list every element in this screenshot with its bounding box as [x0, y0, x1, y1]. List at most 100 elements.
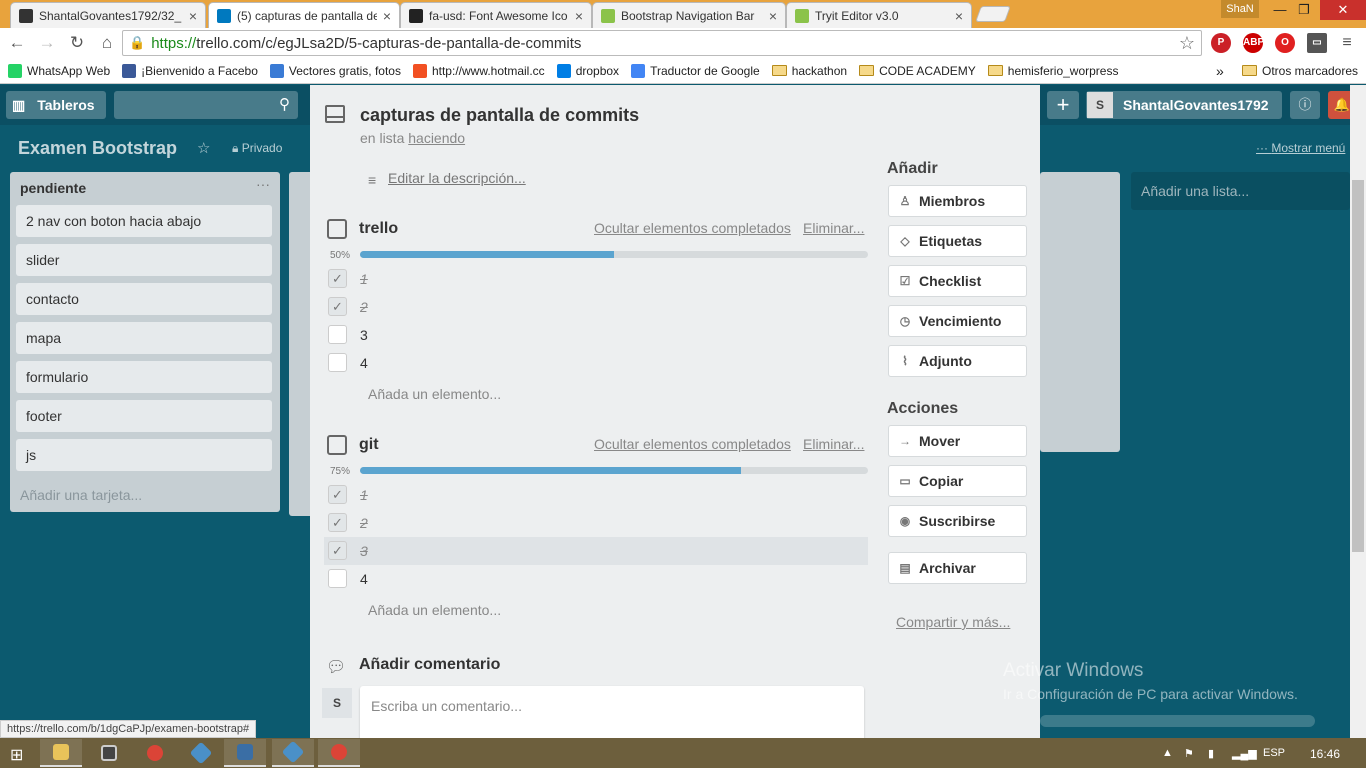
list-link[interactable]: haciendo	[408, 130, 465, 146]
card-title[interactable]: capturas de pantalla de commits	[360, 105, 639, 126]
close-window-button[interactable]: ✕	[1320, 0, 1366, 20]
file-explorer-icon[interactable]	[40, 739, 82, 767]
checked-checkbox[interactable]: ✓	[328, 485, 347, 504]
adblock-icon[interactable]: ABP	[1243, 33, 1264, 53]
add-item-link[interactable]: Añada un elemento...	[368, 386, 501, 402]
bookmark-item[interactable]: dropbox	[556, 63, 619, 78]
mover-button[interactable]: → Mover	[888, 425, 1027, 457]
list-card[interactable]: mapa	[16, 322, 272, 354]
list-card[interactable]: slider	[16, 244, 272, 276]
checklist-item-text[interactable]: 1	[360, 487, 368, 503]
adjunto-button[interactable]: ⌇ Adjunto	[888, 345, 1027, 377]
user-menu[interactable]: S ShantalGovantes1792	[1086, 91, 1282, 119]
maximize-button[interactable]: ❐	[1288, 0, 1320, 20]
bookmark-item[interactable]: WhatsApp Web	[8, 63, 110, 78]
window-icon[interactable]	[224, 739, 266, 767]
checked-checkbox[interactable]: ✓	[328, 541, 347, 560]
checklist-item[interactable]: 3	[324, 321, 868, 349]
hide-completed-link[interactable]: Ocultar elementos completados	[594, 220, 791, 236]
list-card[interactable]: footer	[16, 400, 272, 432]
checklist-item-text[interactable]: 4	[360, 571, 368, 587]
checklist-item[interactable]: ✓ 1	[324, 265, 868, 293]
chrome-running-icon[interactable]	[318, 739, 360, 767]
bookmark-item[interactable]: hackathon	[771, 64, 847, 78]
language-indicator[interactable]: ESP	[1263, 747, 1285, 759]
bookmark-item[interactable]: hemisferio_worpress	[987, 64, 1118, 78]
add-card-link[interactable]: Añadir una tarjeta...	[20, 487, 142, 503]
battery-icon[interactable]: ▮	[1208, 747, 1214, 760]
list-card[interactable]: contacto	[16, 283, 272, 315]
share-more-link[interactable]: Compartir y más...	[896, 614, 1010, 630]
signal-icon[interactable]: ▂▄▆	[1232, 747, 1257, 760]
tab-close-icon[interactable]: ×	[383, 8, 391, 24]
tab-close-icon[interactable]: ×	[575, 8, 583, 24]
checklist-title[interactable]: git	[359, 436, 379, 454]
checklist-item-text[interactable]: 3	[360, 327, 368, 343]
add-item-link[interactable]: Añada un elemento...	[368, 602, 501, 618]
clock[interactable]: 16:46	[1310, 747, 1340, 761]
checked-checkbox[interactable]: ✓	[328, 297, 347, 316]
list-card[interactable]: 2 nav con boton hacia abajo	[16, 205, 272, 237]
more-bookmarks-icon[interactable]: »	[1216, 63, 1224, 79]
browser-tab[interactable]: fa-usd: Font Awesome Ico ×	[400, 2, 592, 28]
delete-checklist-link[interactable]: Eliminar...	[803, 220, 864, 236]
tab-close-icon[interactable]: ×	[189, 8, 197, 24]
miembros-button[interactable]: ♙ Miembros	[888, 185, 1027, 217]
info-icon[interactable]: ⓘ	[1290, 91, 1320, 119]
scrollbar-thumb[interactable]	[1352, 180, 1364, 552]
browser-tab[interactable]: (5) capturas de pantalla de ×	[208, 2, 400, 28]
bookmark-item[interactable]: Traductor de Google	[631, 63, 760, 78]
bookmark-star-icon[interactable]: ☆	[1179, 33, 1195, 54]
checklist-item[interactable]: ✓ 2	[324, 293, 868, 321]
checkbox[interactable]	[328, 569, 347, 588]
new-tab-button[interactable]	[975, 6, 1011, 22]
delete-checklist-link[interactable]: Eliminar...	[803, 436, 864, 452]
pinterest-icon[interactable]: P	[1211, 33, 1231, 53]
boards-button[interactable]: ▥ Tableros	[6, 91, 106, 119]
checklist-item-text[interactable]: 4	[360, 355, 368, 371]
tab-close-icon[interactable]: ×	[769, 8, 777, 24]
other-bookmarks[interactable]: Otros marcadores	[1242, 64, 1358, 78]
checklist-item-text[interactable]: 2	[360, 515, 368, 531]
checklist-item[interactable]: ✓ 1	[324, 481, 868, 509]
checklist-item[interactable]: 4	[324, 349, 868, 377]
browser-tab[interactable]: Bootstrap Navigation Bar ×	[592, 2, 786, 28]
windows-start-icon[interactable]: ⊞	[10, 745, 23, 765]
add-list-button[interactable]: Añadir una lista...	[1131, 172, 1350, 210]
privacy-button[interactable]: 🔒︎ Privado	[232, 141, 282, 156]
add-button[interactable]: +	[1047, 91, 1079, 119]
etiquetas-button[interactable]: ◇ Etiquetas	[888, 225, 1027, 257]
checklist-item[interactable]: 4	[324, 565, 868, 593]
home-icon[interactable]: ⌂	[94, 33, 120, 53]
archive-button[interactable]: ▤ Archivar	[888, 552, 1027, 584]
app-icon[interactable]	[88, 739, 130, 767]
profile-badge[interactable]: ShaN	[1221, 0, 1259, 18]
checklist-button[interactable]: ☑ Checklist	[888, 265, 1027, 297]
checklist-item-text[interactable]: 2	[360, 299, 368, 315]
tray-up-icon[interactable]: ▲	[1162, 747, 1173, 759]
list-card[interactable]: js	[16, 439, 272, 471]
list-title[interactable]: pendiente	[20, 180, 86, 196]
checkbox[interactable]	[328, 325, 347, 344]
menu-icon[interactable]: ≡	[1337, 33, 1357, 53]
list-card[interactable]: formulario	[16, 361, 272, 393]
board-horizontal-scrollbar[interactable]	[1040, 715, 1315, 727]
checklist-item[interactable]: ✓ 2	[324, 509, 868, 537]
git-icon[interactable]	[180, 739, 222, 767]
checklist-item-text[interactable]: 1	[360, 271, 368, 287]
bookmark-item[interactable]: Vectores gratis, fotos	[269, 63, 401, 78]
browser-tab[interactable]: ShantalGovantes1792/32_ ×	[10, 2, 206, 28]
search-input[interactable]: ⚲	[114, 91, 298, 119]
chrome-icon[interactable]	[134, 739, 176, 767]
bookmark-item[interactable]: http://www.hotmail.cc	[412, 63, 545, 78]
opera-icon[interactable]: O	[1275, 33, 1295, 53]
tab-close-icon[interactable]: ×	[955, 8, 963, 24]
checklist-title[interactable]: trello	[359, 220, 398, 238]
comment-input[interactable]: Escriba un comentario...	[360, 686, 864, 740]
browser-tab[interactable]: Tryit Editor v3.0 ×	[786, 2, 972, 28]
reload-icon[interactable]: ↻	[64, 33, 90, 53]
checklist-item-text[interactable]: 3	[360, 543, 368, 559]
edit-description-link[interactable]: Editar la descripción...	[388, 170, 526, 186]
checklist-item[interactable]: ✓ 3	[324, 537, 868, 565]
cast-icon[interactable]: ▭	[1307, 33, 1327, 53]
